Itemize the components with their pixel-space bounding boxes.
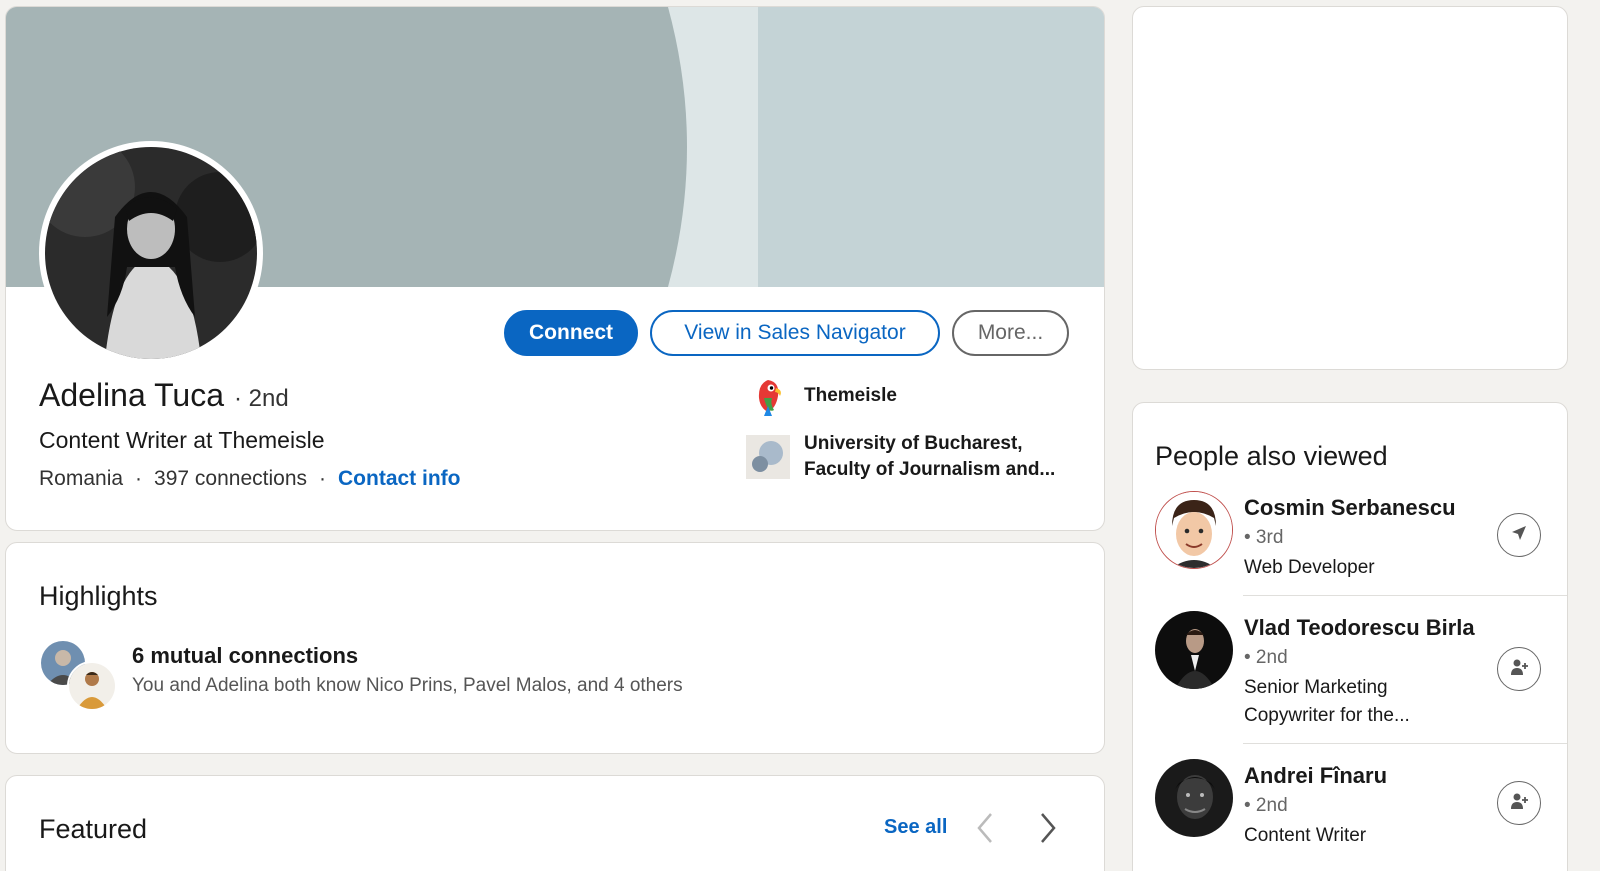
connect-icon <box>1508 790 1530 817</box>
meta-separator: · <box>319 467 326 490</box>
person-name[interactable]: Andrei Fînaru <box>1244 763 1387 789</box>
person-avatar <box>1155 611 1233 689</box>
profile-actions: Connect View in Sales Navigator More... <box>504 310 1069 356</box>
profile-card: Connect View in Sales Navigator More... … <box>5 6 1105 531</box>
list-divider <box>1243 595 1567 596</box>
profile-name: Adelina Tuca <box>39 377 225 413</box>
school-name-line2: Faculty of Journalism and... <box>804 459 1056 480</box>
mutual-connections-title[interactable]: 6 mutual connections <box>132 643 358 669</box>
send-message-button[interactable] <box>1497 513 1541 557</box>
connection-degree: · 2nd <box>234 385 289 412</box>
person-name[interactable]: Cosmin Serbanescu <box>1244 495 1456 521</box>
person-degree: • 3rd <box>1244 527 1284 548</box>
highlights-card: Highlights 6 mutual connections You and … <box>5 542 1105 754</box>
chevron-left-icon[interactable] <box>969 808 999 848</box>
connect-person-button[interactable] <box>1497 781 1541 825</box>
person-name[interactable]: Vlad Teodorescu Birla <box>1244 615 1475 641</box>
school-name: University of Bucharest, Faculty of Jour… <box>804 431 1055 483</box>
company-name: Themeisle <box>804 385 897 406</box>
mutual-avatars[interactable] <box>39 639 119 711</box>
connect-person-button[interactable] <box>1497 647 1541 691</box>
person-title: Senior Marketing Copywriter for the... <box>1244 677 1410 726</box>
highlights-title: Highlights <box>39 581 158 611</box>
parrot-logo-icon <box>746 374 790 418</box>
person-title: Content Writer <box>1244 825 1367 846</box>
current-company[interactable]: Themeisle <box>746 374 897 418</box>
connect-icon <box>1508 656 1530 683</box>
profile-meta: Romania · 397 connections · Contact info <box>39 467 460 491</box>
people-also-viewed-title: People also viewed <box>1155 441 1388 471</box>
connect-button[interactable]: Connect <box>504 310 638 356</box>
person-avatar <box>1155 759 1233 837</box>
sales-navigator-button[interactable]: View in Sales Navigator <box>650 310 940 356</box>
mutual-connections-subtitle: You and Adelina both know Nico Prins, Pa… <box>132 675 683 696</box>
contact-info-link[interactable]: Contact info <box>338 467 460 491</box>
see-all-link[interactable]: See all <box>884 816 947 839</box>
school-logo-icon <box>746 435 790 479</box>
ad-placeholder <box>1132 6 1568 370</box>
school-name-line1: University of Bucharest, <box>804 433 1023 454</box>
featured-card: Featured See all <box>5 775 1105 871</box>
profile-headline: Content Writer at Themeisle <box>39 427 325 453</box>
person-degree: • 2nd <box>1244 795 1288 816</box>
person-item[interactable]: Cosmin Serbanescu • 3rd Web Developer <box>1155 491 1565 591</box>
person-item[interactable]: Andrei Fînaru • 2nd Content Writer <box>1155 759 1565 859</box>
more-button[interactable]: More... <box>952 310 1069 356</box>
people-also-viewed-card: People also viewed Cosmin Serbanescu • 3… <box>1132 402 1568 871</box>
person-item[interactable]: Vlad Teodorescu Birla • 2nd Senior Marke… <box>1155 611 1565 741</box>
send-icon <box>1509 523 1529 548</box>
mutual-avatar <box>67 661 117 711</box>
meta-separator: · <box>135 467 143 490</box>
profile-photo[interactable] <box>39 141 263 365</box>
person-avatar <box>1155 491 1233 569</box>
chevron-right-icon[interactable] <box>1034 808 1064 848</box>
profile-location: Romania <box>39 467 124 490</box>
name-row: Adelina Tuca · 2nd <box>39 377 289 414</box>
list-divider <box>1243 743 1567 744</box>
featured-title: Featured <box>39 814 148 844</box>
person-title: Web Developer <box>1244 557 1375 578</box>
connections-count[interactable]: 397 connections <box>154 467 307 491</box>
person-degree: • 2nd <box>1244 647 1288 668</box>
education[interactable]: University of Bucharest, Faculty of Jour… <box>746 431 1055 483</box>
